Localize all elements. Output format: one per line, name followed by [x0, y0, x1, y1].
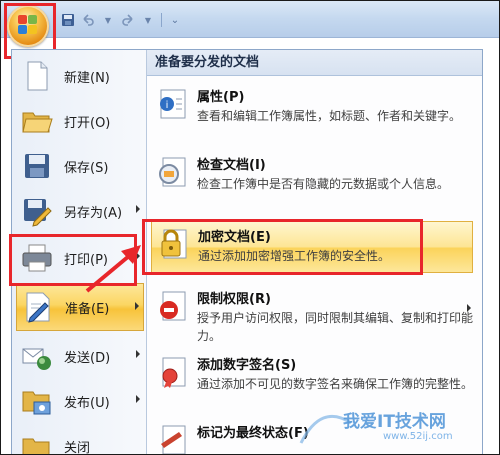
watermark-url: www.52ij.com: [383, 431, 453, 442]
watermark-text: 我爱IT技术网: [343, 412, 446, 432]
watermark: 我爱IT技术网 www.52ij.com: [291, 393, 499, 453]
excel-window: ▼ ▼ ⌄ 新建(N) 打开(O) 保存(S) 另存为(A) 打印(P) 准备(…: [0, 0, 500, 455]
pointer-arrow-icon: [85, 245, 141, 293]
